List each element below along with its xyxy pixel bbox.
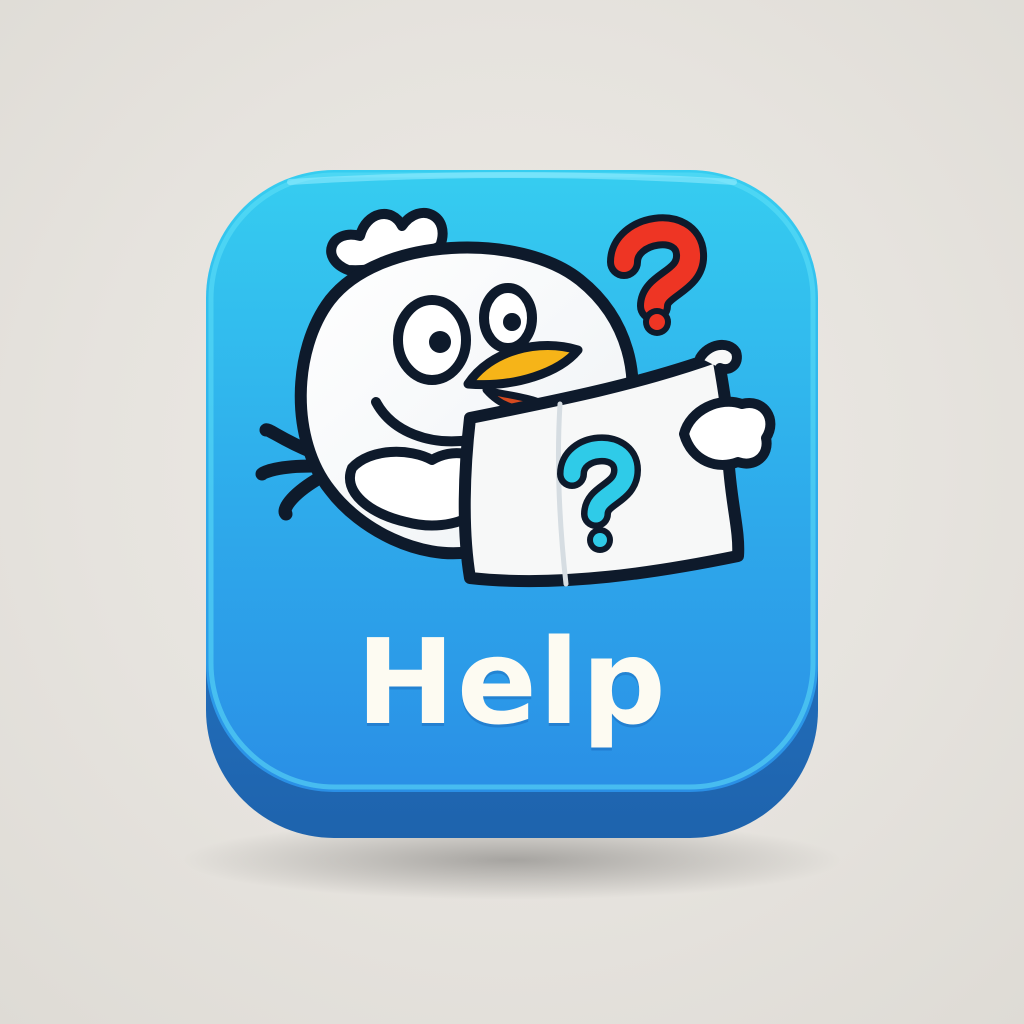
app-icon-artwork [182, 170, 842, 900]
app-icon-label: Help [356, 613, 668, 751]
bird-right-hand [679, 396, 776, 470]
